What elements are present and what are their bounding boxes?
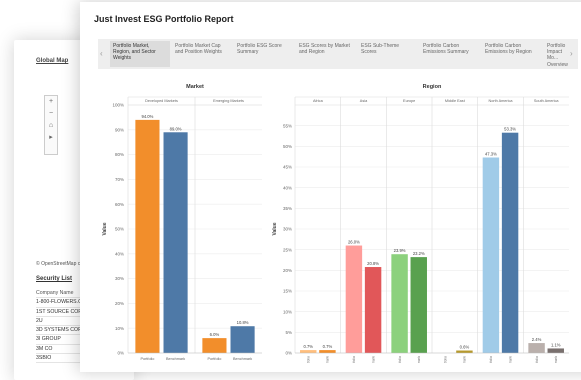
zoom-in-button[interactable]: + [45, 96, 57, 108]
tab-market-region-sector[interactable]: Portfolio Market, Region, and Sector Wei… [110, 41, 170, 67]
report-window: Just Invest ESG Portfolio Report ‹ Portf… [80, 2, 581, 372]
play-icon[interactable]: ▸ [45, 132, 57, 144]
report-title: Just Invest ESG Portfolio Report [94, 14, 234, 24]
tab-bar: ‹ Portfolio Market, Region, and Sector W… [98, 39, 578, 69]
map-controls: + − ⌂ ▸ [44, 95, 58, 155]
tab-esg-score-summary[interactable]: Portfolio ESG Score Summary [234, 41, 294, 67]
tab-impact-overview[interactable]: Portfolio Impact Mo... Overview [544, 41, 570, 67]
tab-esg-subtheme[interactable]: ESG Sub-Theme Scores [358, 41, 418, 67]
tab-next-arrow[interactable]: › [570, 49, 573, 58]
zoom-out-button[interactable]: − [45, 108, 57, 120]
tab-prev-arrow[interactable]: ‹ [100, 49, 103, 58]
tab-carbon-summary[interactable]: Portfolio Carbon Emissions Summary [420, 41, 480, 67]
tab-esg-market-region[interactable]: ESG Scores by Market and Region [296, 41, 356, 67]
tab-carbon-region[interactable]: Portfolio Carbon Emissions by Region [482, 41, 542, 67]
global-map-title: Global Map [36, 58, 69, 64]
tab-market-cap[interactable]: Portfolio Market Cap and Position Weight… [172, 41, 232, 67]
security-list-title: Security List [36, 276, 73, 282]
home-icon[interactable]: ⌂ [45, 120, 57, 132]
